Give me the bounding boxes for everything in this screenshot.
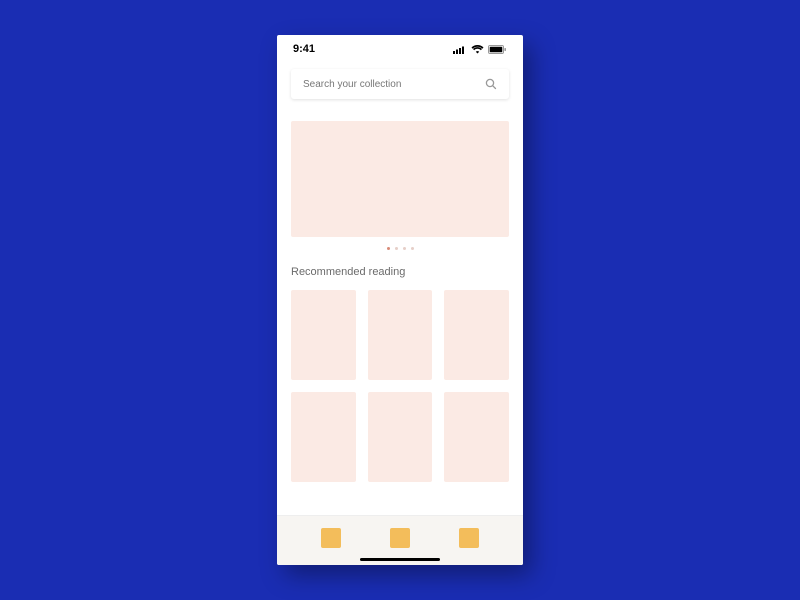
carousel-dot[interactable] bbox=[411, 247, 414, 250]
book-card[interactable] bbox=[444, 392, 509, 482]
book-card[interactable] bbox=[368, 290, 433, 380]
battery-icon bbox=[488, 45, 507, 54]
search-icon bbox=[485, 78, 497, 90]
book-card[interactable] bbox=[444, 290, 509, 380]
phone-frame: 9:41 Search your collection bbox=[277, 35, 523, 565]
carousel-dot[interactable] bbox=[403, 247, 406, 250]
hero-banner[interactable] bbox=[291, 121, 509, 237]
book-card[interactable] bbox=[291, 290, 356, 380]
search-placeholder: Search your collection bbox=[303, 79, 401, 90]
carousel-dots bbox=[291, 247, 509, 250]
cellular-icon bbox=[453, 45, 467, 54]
carousel-dot[interactable] bbox=[395, 247, 398, 250]
tab-item[interactable] bbox=[390, 528, 410, 548]
home-indicator[interactable] bbox=[360, 558, 440, 561]
book-card[interactable] bbox=[368, 392, 433, 482]
search-input[interactable]: Search your collection bbox=[291, 69, 509, 99]
book-card[interactable] bbox=[291, 392, 356, 482]
search-container: Search your collection bbox=[277, 63, 523, 103]
main-content: Recommended reading bbox=[277, 103, 523, 515]
wifi-icon bbox=[471, 45, 484, 54]
status-indicators bbox=[453, 45, 507, 54]
tab-item[interactable] bbox=[321, 528, 341, 548]
status-time: 9:41 bbox=[293, 43, 315, 55]
book-grid bbox=[291, 290, 509, 482]
status-bar: 9:41 bbox=[277, 35, 523, 63]
section-title: Recommended reading bbox=[291, 266, 509, 278]
tab-item[interactable] bbox=[459, 528, 479, 548]
carousel-dot[interactable] bbox=[387, 247, 390, 250]
